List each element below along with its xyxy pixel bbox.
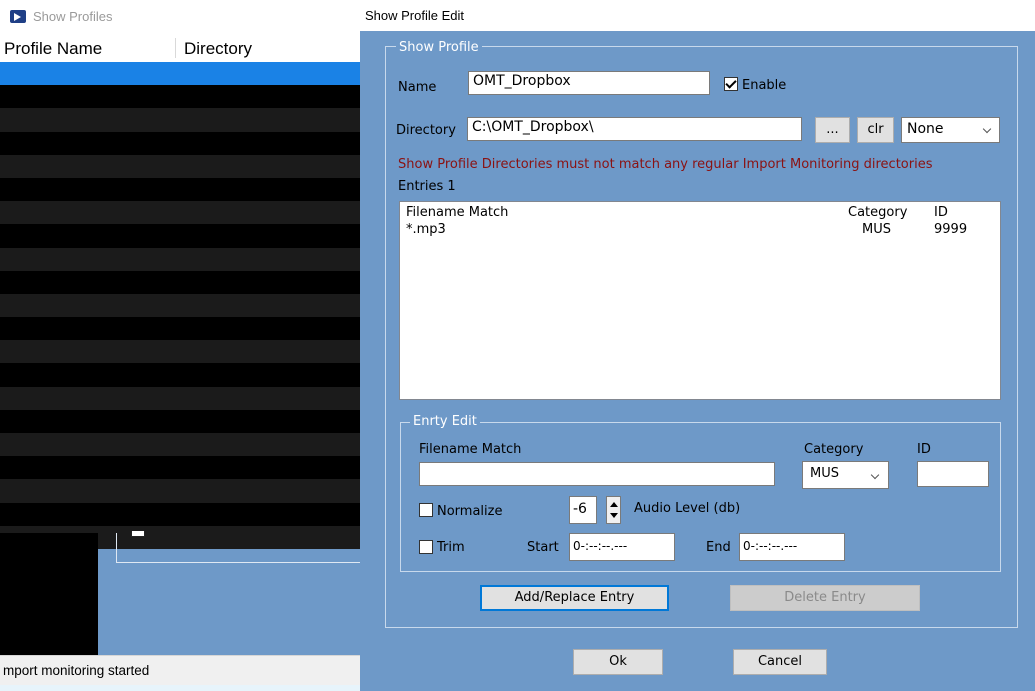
category-value: MUS xyxy=(810,466,839,481)
left-options-panel xyxy=(116,533,360,563)
name-input[interactable]: OMT_Dropbox xyxy=(468,71,710,95)
column-divider[interactable] xyxy=(175,38,176,58)
start-label: Start xyxy=(527,540,559,555)
audio-level-label: Audio Level (db) xyxy=(634,501,741,516)
ok-button[interactable]: Ok xyxy=(573,649,663,675)
entries-count-label: Entries 1 xyxy=(398,179,456,194)
profiles-list[interactable] xyxy=(0,62,360,549)
column-header-id[interactable]: ID xyxy=(934,205,948,220)
directory-label: Directory xyxy=(396,123,456,138)
profile-row[interactable] xyxy=(0,502,360,526)
filename-match-label: Filename Match xyxy=(419,442,522,457)
entry-filename[interactable]: *.mp3 xyxy=(406,222,446,237)
profile-row[interactable] xyxy=(0,363,360,387)
category-select[interactable]: MUS xyxy=(802,461,889,489)
trim-start-input[interactable]: 0-:--:--.--- xyxy=(569,533,675,561)
profile-row[interactable] xyxy=(0,85,360,109)
entry-category[interactable]: MUS xyxy=(862,222,891,237)
cancel-button[interactable]: Cancel xyxy=(733,649,827,675)
profile-row[interactable] xyxy=(0,270,360,294)
entries-list[interactable] xyxy=(399,201,1001,400)
column-header-profile-name[interactable]: Profile Name xyxy=(4,39,102,59)
directory-warning: Show Profile Directories must not match … xyxy=(398,157,933,172)
column-header-category[interactable]: Category xyxy=(848,205,907,220)
profile-row[interactable] xyxy=(0,317,360,341)
profile-row[interactable] xyxy=(0,479,360,503)
chevron-down-icon xyxy=(982,124,992,134)
delete-entry-button[interactable]: Delete Entry xyxy=(730,585,920,611)
show-profile-group-title: Show Profile xyxy=(396,40,482,55)
directory-input[interactable]: C:\OMT_Dropbox\ xyxy=(467,117,802,141)
left-list-strip xyxy=(0,533,98,655)
filename-match-input[interactable] xyxy=(419,462,775,486)
left-option-checkbox[interactable] xyxy=(131,531,145,537)
show-profiles-title: Show Profiles xyxy=(33,9,113,24)
profile-row-selected[interactable] xyxy=(0,62,360,86)
profile-row[interactable] xyxy=(0,177,360,202)
profile-row[interactable] xyxy=(0,224,360,248)
profile-row[interactable] xyxy=(0,154,360,178)
profile-row[interactable] xyxy=(0,456,360,480)
profile-row[interactable] xyxy=(0,293,360,318)
normalize-label[interactable]: Normalize xyxy=(437,504,502,519)
column-header-filename-match[interactable]: Filename Match xyxy=(406,205,508,220)
add-replace-entry-button[interactable]: Add/Replace Entry xyxy=(480,585,669,611)
trim-end-input[interactable]: 0-:--:--.--- xyxy=(739,533,845,561)
entry-id[interactable]: 9999 xyxy=(934,222,967,237)
audio-level-spinner[interactable] xyxy=(606,496,621,524)
chevron-down-icon xyxy=(870,470,880,480)
profile-row[interactable] xyxy=(0,433,360,457)
profile-row[interactable] xyxy=(0,386,360,410)
enable-checkbox[interactable] xyxy=(724,77,738,91)
left-bottom-edge xyxy=(0,685,360,691)
enable-label[interactable]: Enable xyxy=(742,78,786,93)
entry-edit-group-title: Enrty Edit xyxy=(410,414,480,429)
app-icon xyxy=(10,10,26,23)
normalize-checkbox[interactable] xyxy=(419,503,433,517)
spin-down-icon[interactable] xyxy=(610,513,618,518)
audio-level-input[interactable]: -6 xyxy=(569,496,597,524)
clear-button[interactable]: clr xyxy=(857,117,894,143)
end-label: End xyxy=(706,540,731,555)
status-text: mport monitoring started xyxy=(3,663,150,678)
profile-row[interactable] xyxy=(0,247,360,271)
profile-row[interactable] xyxy=(0,201,360,225)
trim-checkbox[interactable] xyxy=(419,540,433,554)
trim-label[interactable]: Trim xyxy=(437,540,465,555)
profile-row[interactable] xyxy=(0,340,360,364)
edit-window-title: Show Profile Edit xyxy=(365,8,464,23)
directory-type-value: None xyxy=(907,121,944,137)
profile-row[interactable] xyxy=(0,131,360,155)
id-label: ID xyxy=(917,442,931,457)
browse-button[interactable]: ... xyxy=(815,117,850,143)
category-label: Category xyxy=(804,442,864,457)
id-input[interactable] xyxy=(917,461,989,487)
column-header-directory[interactable]: Directory xyxy=(184,39,252,59)
profile-row[interactable] xyxy=(0,409,360,433)
profile-row[interactable] xyxy=(0,108,360,132)
directory-type-select[interactable]: None xyxy=(901,117,1000,143)
name-label: Name xyxy=(398,80,437,95)
spin-up-icon[interactable] xyxy=(610,502,618,507)
